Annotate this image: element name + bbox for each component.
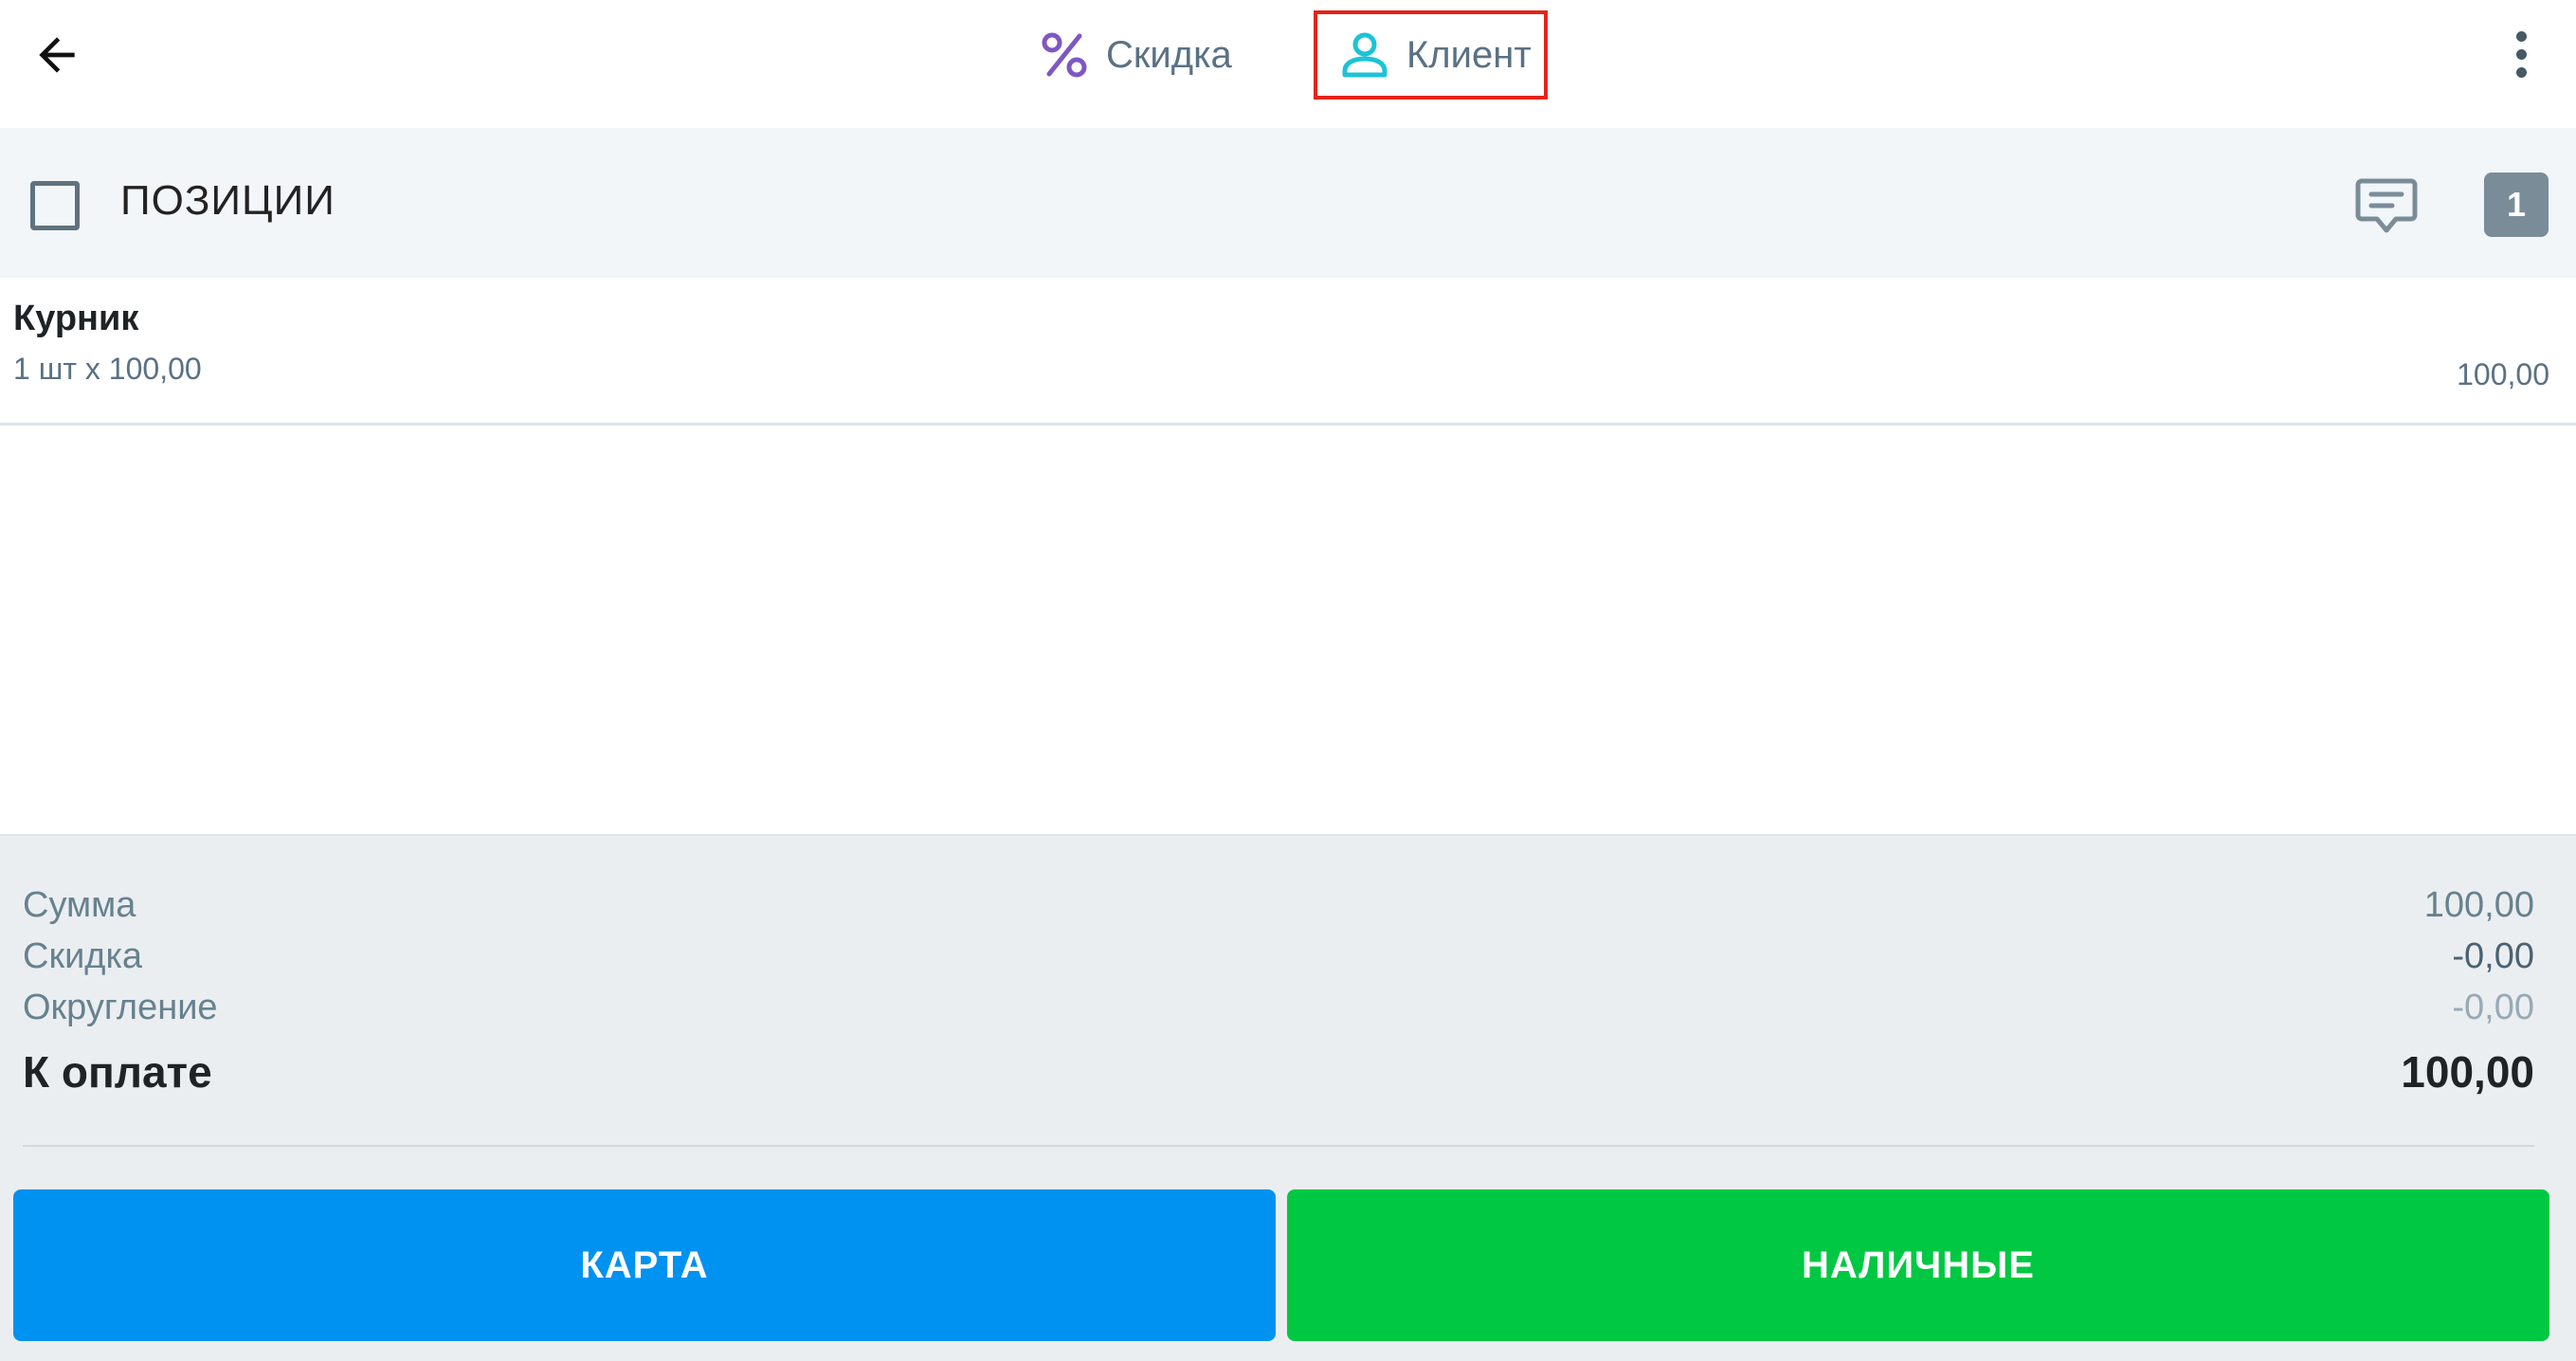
- positions-count-badge: 1: [2484, 172, 2549, 237]
- order-screen: Скидка Клиент ПОЗИЦИИ 1 Курник 1 шт х 10…: [0, 0, 2576, 1361]
- comment-icon: [2355, 178, 2418, 233]
- item-total: 100,00: [2457, 357, 2549, 391]
- summary-row-sum: Сумма 100,00: [23, 885, 2534, 926]
- summary-row-rounding: Округление -0,00: [23, 988, 2534, 1028]
- person-icon: [1342, 32, 1388, 78]
- total-label: К оплате: [23, 1047, 212, 1097]
- tab-client-label: Клиент: [1406, 33, 1532, 76]
- summary-row-total: К оплате 100,00: [23, 1046, 2534, 1098]
- arrow-left-icon: [39, 37, 75, 73]
- select-all-checkbox[interactable]: [30, 181, 80, 230]
- tab-discount[interactable]: Скидка: [1038, 13, 1232, 97]
- sum-label: Сумма: [23, 885, 136, 925]
- pay-card-button[interactable]: КАРТА: [13, 1189, 1276, 1341]
- sum-value: 100,00: [2423, 885, 2534, 925]
- positions-header: ПОЗИЦИИ 1: [0, 128, 2576, 278]
- item-quantity: 1 шт х 100,00: [13, 352, 202, 386]
- top-bar: Скидка Клиент: [0, 0, 2576, 126]
- more-dot-icon: [2515, 66, 2527, 78]
- discount-value: -0,00: [2452, 936, 2534, 976]
- more-dot-icon: [2515, 30, 2527, 42]
- list-item[interactable]: Курник 1 шт х 100,00 100,00: [0, 278, 2576, 426]
- back-button[interactable]: [21, 19, 93, 91]
- item-name: Курник: [13, 299, 139, 338]
- summary-row-discount: Скидка -0,00: [23, 936, 2534, 977]
- total-value: 100,00: [2401, 1047, 2534, 1097]
- rounding-value: -0,00: [2452, 988, 2534, 1027]
- percent-icon: [1042, 32, 1087, 78]
- tab-discount-label: Скидка: [1106, 33, 1232, 76]
- discount-label: Скидка: [23, 936, 143, 976]
- rounding-label: Округление: [23, 988, 218, 1027]
- comment-button[interactable]: [2354, 175, 2419, 236]
- summary-divider: [23, 1145, 2534, 1147]
- positions-label: ПОЗИЦИИ: [120, 177, 336, 224]
- more-dot-icon: [2515, 48, 2527, 60]
- pay-cash-button[interactable]: НАЛИЧНЫЕ: [1287, 1189, 2549, 1341]
- more-menu-button[interactable]: [2493, 21, 2549, 87]
- tab-client[interactable]: Клиент: [1314, 10, 1548, 100]
